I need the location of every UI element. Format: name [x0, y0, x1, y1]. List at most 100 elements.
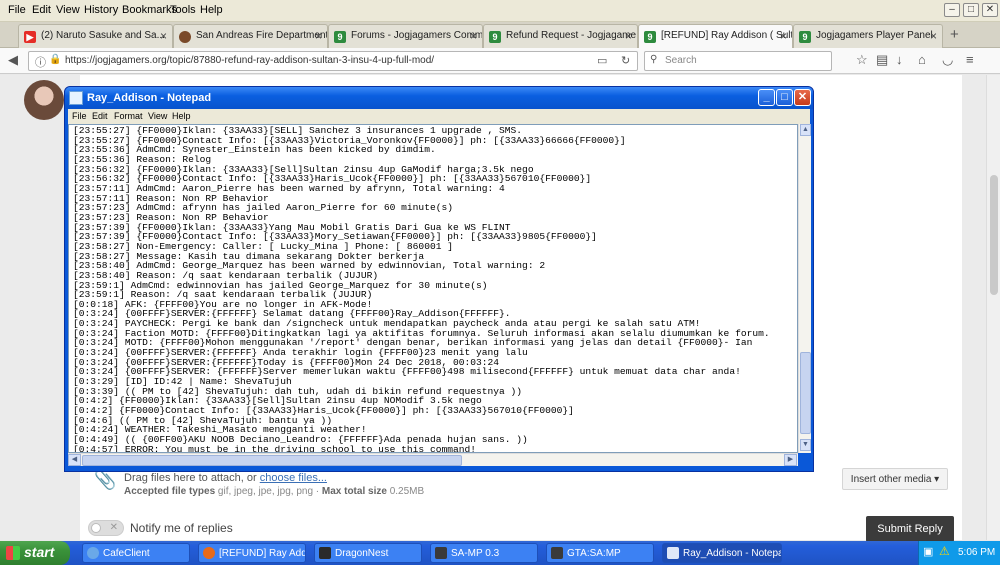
close-tab-icon[interactable]: ×	[780, 29, 787, 43]
download-icon[interactable]: ↓	[896, 52, 903, 67]
log-line: [0:4:57] ERROR: You must be in the drivi…	[73, 443, 477, 453]
task-label: Ray_Addison - Notepad	[683, 548, 782, 559]
notepad-icon	[69, 91, 83, 105]
reader-view-icon[interactable]: ▭	[597, 54, 607, 67]
start-button[interactable]: start	[0, 541, 70, 565]
accepted-label: Accepted file types	[124, 486, 216, 497]
task-label: SA-MP 0.3	[451, 548, 500, 559]
reload-icon[interactable]: ↻	[621, 54, 630, 67]
notepad-minimize-button[interactable]: _	[758, 89, 775, 106]
task-notepad[interactable]: Ray_Addison - Notepad	[662, 543, 782, 563]
accepted-types: gif, jpeg, jpe, jpg, png ·	[215, 486, 322, 497]
scroll-up-icon[interactable]: ▲	[800, 124, 811, 136]
avatar[interactable]	[24, 80, 64, 120]
menu-edit[interactable]: Edit	[32, 4, 51, 16]
close-window-button[interactable]: ✕	[982, 3, 998, 17]
choose-files-link[interactable]: choose files...	[260, 472, 327, 484]
task-cafeclient[interactable]: CafeClient	[82, 543, 190, 563]
new-tab-icon[interactable]: +	[950, 26, 959, 43]
menu-history[interactable]: History	[84, 4, 118, 16]
task-gta-samp[interactable]: GTA:SA:MP	[546, 543, 654, 563]
close-tab-icon[interactable]: ×	[315, 29, 322, 43]
np-menu-file[interactable]: File	[72, 111, 87, 121]
close-tab-icon[interactable]: ×	[470, 29, 477, 43]
notepad-close-button[interactable]: ✕	[794, 89, 811, 106]
notepad-titlebar[interactable]: Ray_Addison - Notepad _ □ ✕	[65, 87, 813, 109]
tab-label: [REFUND] Ray Addison ( Sult...	[661, 30, 793, 41]
horizontal-scroll-thumb[interactable]	[82, 455, 462, 466]
youtube-icon: ▶	[24, 31, 36, 43]
warning-icon[interactable]: ⚠	[939, 544, 950, 558]
firefox-icon	[203, 547, 215, 559]
task-dragonnest[interactable]: DragonNest	[314, 543, 422, 563]
accepted-file-types: Accepted file types gif, jpeg, jpe, jpg,…	[124, 486, 424, 497]
tab-player-panel[interactable]: 9 Jogjagamers Player Panel ×	[793, 24, 943, 48]
notepad-horizontal-scrollbar[interactable]: ◀ ▶	[68, 453, 798, 466]
tab-label: Forums - Jogjagamers Comm...	[351, 30, 483, 41]
menu-bookmarks[interactable]: Bookmarks	[122, 4, 177, 16]
close-tab-icon[interactable]: ×	[930, 29, 937, 43]
notepad-maximize-button[interactable]: □	[776, 89, 793, 106]
samp-icon	[179, 31, 191, 43]
menu-file[interactable]: File	[8, 4, 26, 16]
np-menu-edit[interactable]: Edit	[92, 111, 108, 121]
notify-toggle[interactable]: ✕	[88, 520, 124, 536]
task-samp[interactable]: SA-MP 0.3	[430, 543, 538, 563]
dragonnest-icon	[319, 547, 331, 559]
task-label: GTA:SA:MP	[567, 548, 621, 559]
tab-refund-ray[interactable]: 9 [REFUND] Ray Addison ( Sult... ×	[638, 24, 793, 48]
notepad-text-area[interactable]: [23:55:27] {FF0000}Iklan: {33AA33}[SELL]…	[68, 124, 798, 453]
vertical-scroll-thumb[interactable]	[800, 352, 811, 434]
tab-naruto[interactable]: ▶ (2) Naruto Sasuke and Sa... ×	[18, 24, 173, 48]
menu-help[interactable]: Help	[200, 4, 223, 16]
bookmark-star-icon[interactable]: ☆	[856, 52, 868, 68]
library-icon[interactable]: ▤	[876, 52, 888, 68]
close-tab-icon[interactable]: ×	[625, 29, 632, 43]
url-bar[interactable]: ⓘ 🔒 https://jogjagamers.org/topic/87880-…	[28, 51, 638, 71]
np-menu-view[interactable]: View	[148, 111, 167, 121]
gta-icon	[551, 547, 563, 559]
max-size: 0.25MB	[386, 486, 425, 497]
hamburger-menu-icon[interactable]: ≡	[966, 52, 974, 67]
tab-strip: ▶ (2) Naruto Sasuke and Sa... × San Andr…	[0, 22, 1000, 48]
page-scrollbar-thumb[interactable]	[990, 175, 998, 295]
menu-view[interactable]: View	[56, 4, 80, 16]
toggle-off-icon: ✕	[109, 522, 118, 533]
browser-menubar: File Edit View History Bookmarks Tools H…	[0, 0, 1000, 22]
url-text: https://jogjagamers.org/topic/87880-refu…	[65, 55, 435, 66]
back-icon[interactable]: ◀	[8, 52, 18, 68]
drag-label: Drag files here to attach, or	[124, 472, 260, 484]
search-input[interactable]: ⚲ Search	[644, 51, 832, 71]
notepad-vertical-scrollbar[interactable]: ▲ ▼	[798, 124, 811, 453]
network-icon[interactable]: ▣	[923, 545, 933, 558]
search-icon: ⚲	[650, 54, 658, 65]
submit-reply-button[interactable]: Submit Reply	[866, 516, 954, 542]
scroll-down-icon[interactable]: ▼	[800, 439, 811, 451]
tab-safd[interactable]: San Andreas Fire Department... ×	[173, 24, 328, 48]
menu-tools[interactable]: Tools	[170, 4, 196, 16]
notepad-menubar: File Edit Format View Help	[68, 109, 810, 124]
toggle-knob	[91, 523, 101, 533]
info-icon[interactable]: ⓘ	[35, 54, 46, 70]
task-label: CafeClient	[103, 548, 150, 559]
page-scrollbar[interactable]	[986, 75, 1000, 540]
jg-icon: 9	[334, 31, 346, 43]
task-firefox[interactable]: [REFUND] Ray Addis...	[198, 543, 306, 563]
tab-forums[interactable]: 9 Forums - Jogjagamers Comm... ×	[328, 24, 483, 48]
jg-icon: 9	[644, 31, 656, 43]
close-tab-icon[interactable]: ×	[160, 29, 167, 43]
notify-label: Notify me of replies	[130, 521, 233, 535]
start-label: start	[24, 544, 55, 560]
pocket-icon[interactable]: ◡	[942, 52, 953, 68]
scroll-right-icon[interactable]: ▶	[784, 454, 797, 466]
tab-refund-request[interactable]: 9 Refund Request - Jogjagame... ×	[483, 24, 638, 48]
minimize-window-button[interactable]: –	[944, 3, 960, 17]
np-menu-help[interactable]: Help	[172, 111, 191, 121]
max-size-label: Max total size	[321, 486, 387, 497]
maximize-window-button[interactable]: □	[963, 3, 979, 17]
np-menu-format[interactable]: Format	[114, 111, 143, 121]
scroll-left-icon[interactable]: ◀	[68, 454, 81, 466]
home-icon[interactable]: ⌂	[918, 52, 926, 67]
paperclip-icon: 📎	[94, 470, 117, 490]
insert-other-media-button[interactable]: Insert other media ▾	[842, 468, 948, 490]
